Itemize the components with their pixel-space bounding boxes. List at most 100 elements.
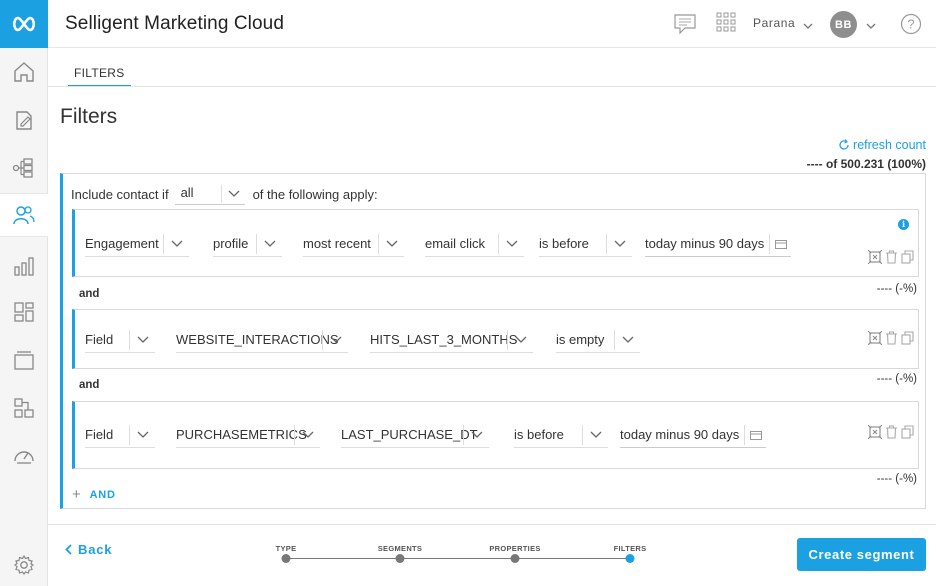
rule-count: ---- (-%): [876, 373, 917, 385]
chevron-down-icon[interactable]: [582, 425, 608, 445]
app-title: Selligent Marketing Cloud: [65, 13, 285, 34]
layers-icon[interactable]: [0, 338, 48, 382]
reports-icon[interactable]: [0, 244, 48, 288]
left-nav-rail: [0, 0, 48, 586]
chevron-down-icon[interactable]: [256, 234, 282, 254]
step-label: FILTERS: [613, 544, 647, 553]
org-selector[interactable]: Parana: [753, 16, 795, 30]
logo-icon[interactable]: [0, 0, 48, 48]
chevron-down-icon[interactable]: [803, 18, 813, 33]
refresh-count-link[interactable]: refresh count: [838, 138, 926, 152]
rule-field-select[interactable]: LAST_PURCHASE_DT: [341, 424, 489, 448]
content-icon[interactable]: [0, 290, 48, 334]
avatar[interactable]: BB: [830, 11, 857, 38]
edit-icon[interactable]: [0, 98, 48, 142]
date-value: today minus 90 days: [620, 427, 740, 442]
tab-filters[interactable]: FILTERS: [68, 66, 131, 86]
select-icon[interactable]: [867, 330, 883, 348]
chevron-down-icon[interactable]: [378, 234, 404, 254]
copy-icon[interactable]: [901, 425, 914, 442]
rule-count: ---- (-%): [876, 283, 917, 295]
wizard-footer: Back TYPE SEGMENTS PROPERTIES FILTERS Cr…: [48, 524, 936, 586]
rule-field-select[interactable]: most recent: [303, 233, 404, 257]
rule-actions: [867, 330, 914, 348]
rule-operator-select[interactable]: is before: [514, 424, 608, 448]
calendar-icon[interactable]: [744, 425, 766, 445]
rule-operator-select[interactable]: is empty: [556, 329, 640, 353]
step-dot-active[interactable]: [625, 554, 635, 563]
chevron-down-icon[interactable]: [866, 18, 876, 33]
rule-field-select[interactable]: email click: [425, 233, 524, 257]
select-value: is empty: [556, 332, 605, 347]
stepper-line: [286, 558, 630, 559]
rule-operator-select[interactable]: is before: [539, 233, 632, 257]
rule-field-select[interactable]: HITS_LAST_3_MONTHS: [370, 329, 533, 353]
select-value: most recent: [303, 236, 371, 251]
step-dot[interactable]: [395, 554, 405, 563]
rule-field-select[interactable]: PURCHASEMETRICS: [176, 424, 320, 448]
dashboard-icon[interactable]: [0, 434, 48, 478]
delete-icon[interactable]: [885, 425, 898, 442]
chat-icon[interactable]: [673, 12, 697, 39]
chevron-down-icon[interactable]: [294, 425, 320, 445]
select-value: PURCHASEMETRICS: [176, 427, 307, 442]
select-value: Field: [85, 332, 114, 347]
step-dot[interactable]: [510, 554, 520, 563]
copy-icon[interactable]: [901, 331, 914, 348]
back-button[interactable]: Back: [65, 542, 112, 557]
help-icon[interactable]: ?: [900, 13, 922, 38]
chevron-down-icon[interactable]: [322, 330, 348, 350]
settings-icon[interactable]: [0, 543, 48, 586]
select-value: LAST_PURCHASE_DT: [341, 427, 478, 442]
delete-icon[interactable]: [885, 331, 898, 348]
svg-text:?: ?: [907, 17, 914, 32]
copy-icon[interactable]: [901, 250, 914, 267]
chevron-down-icon[interactable]: [129, 330, 155, 350]
step-dot[interactable]: [281, 554, 291, 563]
include-suffix: of the following apply:: [252, 186, 378, 202]
rule-field-select[interactable]: Engagement: [85, 233, 189, 257]
apps-grid-icon[interactable]: [716, 12, 736, 35]
include-prefix: Include contact if: [71, 186, 169, 202]
components-icon[interactable]: [0, 386, 48, 430]
top-header: Selligent Marketing Cloud Parana BB ?: [48, 0, 936, 48]
select-value: WEBSITE_INTERACTIONS: [176, 332, 339, 347]
step-label: TYPE: [275, 544, 297, 553]
rule-actions: [867, 249, 914, 267]
chevron-down-icon[interactable]: [463, 425, 489, 445]
filter-rule: Field PURCHASEMETRICS LAST_PURCHASE_DT i…: [72, 401, 919, 469]
select-icon[interactable]: [867, 249, 883, 267]
connector-label: and: [79, 288, 100, 300]
chevron-down-icon[interactable]: [220, 185, 245, 203]
rule-count: ---- (-%): [876, 473, 917, 485]
chevron-down-icon[interactable]: [498, 234, 524, 254]
chevron-down-icon[interactable]: [163, 234, 189, 254]
refresh-count-label: refresh count: [853, 138, 926, 152]
delete-icon[interactable]: [885, 250, 898, 267]
rule-field-select[interactable]: profile: [213, 233, 282, 257]
chevron-down-icon[interactable]: [614, 330, 640, 350]
home-icon[interactable]: [0, 50, 48, 94]
rule-field-select[interactable]: WEBSITE_INTERACTIONS: [176, 329, 348, 353]
date-value-input[interactable]: today minus 90 days: [645, 233, 791, 257]
calendar-icon[interactable]: [769, 234, 791, 254]
date-value-input[interactable]: today minus 90 days: [620, 424, 766, 448]
audience-icon[interactable]: [0, 193, 48, 237]
rule-field-select[interactable]: Field: [85, 424, 155, 448]
chevron-down-icon[interactable]: [606, 234, 632, 254]
info-icon[interactable]: i: [898, 219, 909, 230]
match-value: all: [180, 185, 194, 200]
rule-field-select[interactable]: Field: [85, 329, 155, 353]
select-icon[interactable]: [867, 424, 883, 442]
chevron-down-icon[interactable]: [129, 425, 155, 445]
create-segment-button[interactable]: Create segment: [797, 538, 926, 571]
select-value: Field: [85, 427, 114, 442]
page-title: Filters: [60, 105, 118, 128]
tab-bar: FILTERS: [48, 48, 936, 87]
chevron-down-icon[interactable]: [507, 330, 533, 350]
add-and-label: AND: [89, 488, 116, 501]
journey-icon[interactable]: [0, 146, 48, 190]
match-select[interactable]: all: [174, 183, 245, 205]
filter-group: Include contact if all of the following …: [60, 173, 926, 509]
add-and-button[interactable]: + AND: [72, 486, 116, 503]
